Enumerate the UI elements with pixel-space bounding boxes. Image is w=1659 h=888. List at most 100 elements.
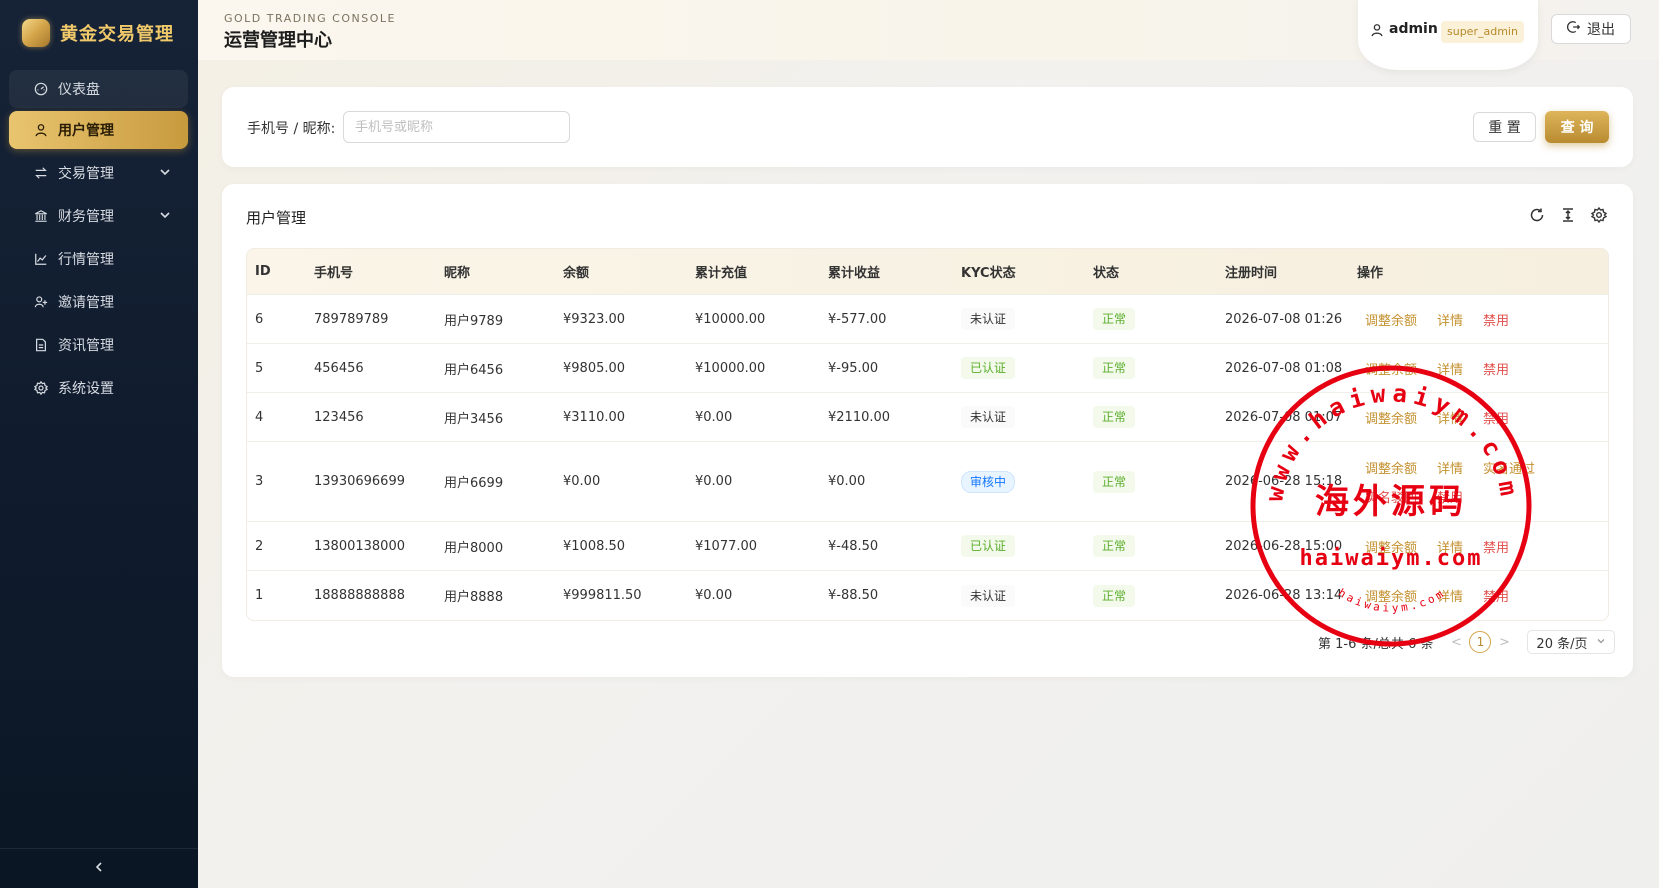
- sidebar-item-trading[interactable]: 交易管理: [9, 154, 188, 192]
- detail-link[interactable]: 详情: [1437, 462, 1463, 477]
- cell-recharge: ¥10000.00: [695, 311, 766, 327]
- sidebar-item-market[interactable]: 行情管理: [9, 240, 188, 278]
- disable-link[interactable]: 禁用: [1437, 491, 1463, 506]
- kyc-badge: 审核中: [961, 470, 1016, 493]
- chevron-down-icon: [158, 208, 172, 222]
- kyc-badge: 已认证: [961, 357, 1016, 379]
- sidebar-item-dashboard[interactable]: 仪表盘: [9, 70, 188, 108]
- disable-link[interactable]: 禁用: [1483, 363, 1509, 378]
- sidebar-item-users[interactable]: 用户管理: [9, 111, 188, 149]
- sidebar-item-label: 交易管理: [58, 166, 114, 182]
- collapse-sidebar-button[interactable]: [0, 848, 198, 888]
- file-icon: [33, 337, 49, 353]
- settings-gear-icon[interactable]: [1590, 206, 1608, 224]
- sidebar-item-invite[interactable]: 邀请管理: [9, 283, 188, 321]
- logo-badge-icon: [22, 19, 50, 47]
- adjust-balance-link[interactable]: 调整余额: [1365, 314, 1417, 329]
- query-button[interactable]: 查 询: [1545, 111, 1609, 143]
- search-input[interactable]: [343, 111, 570, 143]
- cell-profit: ¥-48.50: [828, 538, 879, 554]
- page-size-select[interactable]: 20 条/页: [1527, 630, 1616, 654]
- cell-nickname: 用户9789: [444, 313, 504, 329]
- cell-balance: ¥0.00: [563, 474, 601, 489]
- cell-id: 2: [255, 538, 264, 554]
- approve-kyc-link[interactable]: 实名通过: [1483, 462, 1535, 477]
- row-actions: 调整余额 详情 禁用: [1349, 408, 1509, 427]
- adjust-balance-link[interactable]: 调整余额: [1365, 541, 1417, 556]
- app-logo: 黄金交易管理: [22, 18, 174, 48]
- reject-kyc-link[interactable]: 实名驳回: [1365, 491, 1417, 506]
- bank-icon: [33, 208, 49, 224]
- cell-nickname: 用户3456: [444, 411, 504, 427]
- top-header: GOLD TRADING CONSOLE 运营管理中心 admin super_…: [198, 0, 1659, 70]
- cell-recharge: ¥0.00: [695, 409, 733, 425]
- sidebar-item-label: 用户管理: [58, 123, 114, 139]
- cell-id: 1: [255, 588, 264, 603]
- cell-register-time: 2026-06-28 15:00: [1225, 538, 1343, 554]
- column-header-actions: 操作: [1357, 266, 1384, 281]
- cell-id: 3: [255, 474, 264, 489]
- table-toolbar: [1528, 206, 1608, 224]
- kyc-badge: 未认证: [961, 406, 1016, 428]
- header-subtitle: GOLD TRADING CONSOLE: [224, 12, 396, 25]
- reset-button[interactable]: 重 置: [1473, 112, 1536, 142]
- logout-button[interactable]: 退出: [1551, 14, 1631, 44]
- cell-profit: ¥2110.00: [828, 409, 891, 425]
- adjust-balance-link[interactable]: 调整余额: [1365, 412, 1417, 427]
- status-badge: 正常: [1093, 584, 1136, 607]
- disable-link[interactable]: 禁用: [1483, 541, 1509, 556]
- detail-link[interactable]: 详情: [1437, 363, 1463, 378]
- disable-link[interactable]: 禁用: [1483, 314, 1509, 329]
- kyc-badge: 未认证: [961, 308, 1016, 330]
- cell-balance: ¥9323.00: [563, 311, 626, 327]
- cell-register-time: 2026-06-28 13:14: [1225, 588, 1343, 603]
- detail-link[interactable]: 详情: [1437, 541, 1463, 556]
- cell-recharge: ¥1077.00: [695, 538, 758, 554]
- refresh-icon[interactable]: [1528, 206, 1546, 224]
- table-header-row: ID 手机号 昵称 余额 累计充值 累计收益 KYC状态 状态 注册时间 操作: [247, 249, 1608, 295]
- cell-profit: ¥0.00: [828, 474, 866, 489]
- role-badge: super_admin: [1441, 21, 1524, 43]
- disable-link[interactable]: 禁用: [1483, 590, 1509, 605]
- cell-id: 5: [255, 360, 264, 376]
- sidebar-item-settings[interactable]: 系统设置: [9, 369, 188, 407]
- kyc-badge: 未认证: [961, 584, 1016, 607]
- page-size-value: 20 条/页: [1536, 636, 1588, 652]
- table-row: 3 13930696699 用户6699 ¥0.00 ¥0.00 ¥0.00 审…: [247, 442, 1608, 522]
- chevron-down-icon: [158, 165, 172, 179]
- cell-profit: ¥-88.50: [828, 588, 879, 603]
- user-icon: [1370, 23, 1384, 41]
- cell-phone: 456456: [314, 360, 364, 376]
- page-number-current[interactable]: 1: [1469, 631, 1492, 653]
- table-title: 用户管理: [246, 209, 307, 227]
- adjust-balance-link[interactable]: 调整余额: [1365, 462, 1417, 477]
- detail-link[interactable]: 详情: [1437, 412, 1463, 427]
- prev-page-icon[interactable]: <: [1447, 635, 1465, 650]
- chevron-left-icon: [93, 861, 105, 877]
- cell-register-time: 2026-07-08 01:07: [1225, 409, 1343, 425]
- column-header-id: ID: [255, 264, 271, 279]
- sidebar: 黄金交易管理 仪表盘 用户管理 交易管理 财务管理 行情管理 邀请管理 资讯管理…: [0, 0, 198, 888]
- adjust-balance-link[interactable]: 调整余额: [1365, 590, 1417, 605]
- detail-link[interactable]: 详情: [1437, 314, 1463, 329]
- disable-link[interactable]: 禁用: [1483, 412, 1509, 427]
- user-menu[interactable]: admin super_admin: [1358, 0, 1538, 70]
- chevron-down-icon: [1596, 635, 1606, 650]
- kyc-badge: 已认证: [961, 535, 1016, 557]
- status-badge: 正常: [1093, 535, 1136, 557]
- row-actions: 调整余额 详情 禁用: [1349, 310, 1509, 329]
- cell-id: 6: [255, 311, 264, 327]
- table-row: 4 123456 用户3456 ¥3110.00 ¥0.00 ¥2110.00 …: [247, 393, 1608, 442]
- cell-phone: 18888888888: [314, 588, 405, 603]
- sidebar-item-news[interactable]: 资讯管理: [9, 326, 188, 364]
- next-page-icon[interactable]: >: [1495, 635, 1513, 650]
- cell-phone: 13930696699: [314, 474, 405, 489]
- adjust-balance-link[interactable]: 调整余额: [1365, 363, 1417, 378]
- column-header-recharge: 累计充值: [695, 266, 748, 281]
- user-icon: [33, 122, 49, 138]
- detail-link[interactable]: 详情: [1437, 590, 1463, 605]
- page-title: 运营管理中心: [224, 30, 332, 51]
- table-row: 2 13800138000 用户8000 ¥1008.50 ¥1077.00 ¥…: [247, 522, 1608, 571]
- column-height-icon[interactable]: [1559, 206, 1577, 224]
- sidebar-item-finance[interactable]: 财务管理: [9, 197, 188, 235]
